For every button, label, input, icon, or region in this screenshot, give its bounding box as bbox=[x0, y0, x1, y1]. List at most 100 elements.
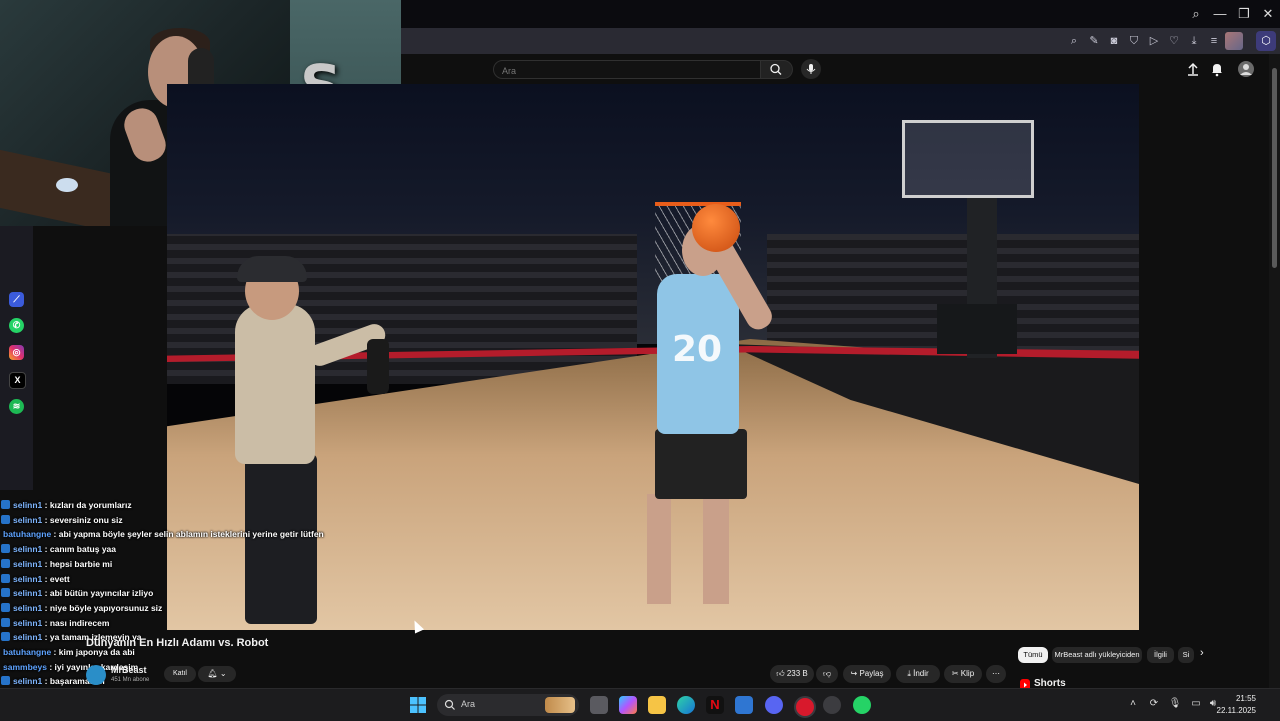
clock-time[interactable]: 21:55 bbox=[1236, 694, 1256, 703]
whatsapp-taskbar-icon[interactable] bbox=[853, 696, 871, 714]
browser-titlebar: ⌕ — ❐ ✕ bbox=[401, 0, 1280, 28]
chat-username[interactable]: selinn1 bbox=[13, 603, 42, 613]
download-icon: ⤓ bbox=[907, 669, 911, 678]
kick-icon[interactable]: ⟋ bbox=[9, 292, 24, 307]
chat-username[interactable]: selinn1 bbox=[13, 618, 42, 628]
chat-username[interactable]: batuhangne bbox=[3, 529, 51, 539]
channel-name[interactable]: MrBeast bbox=[111, 665, 147, 675]
subscriber-badge-icon bbox=[1, 573, 10, 583]
shield-icon[interactable]: ⛉ bbox=[1126, 33, 1142, 49]
restore-button[interactable]: ❐ bbox=[1234, 4, 1254, 24]
chat-message: selinn1 : nası indirecem bbox=[0, 616, 109, 630]
windows-start-icon[interactable] bbox=[410, 697, 426, 713]
microphone-tray-icon[interactable]: 🎙︎ bbox=[1168, 698, 1182, 709]
download-icon[interactable]: ⤓ bbox=[1186, 33, 1202, 49]
mail-icon[interactable] bbox=[735, 696, 753, 714]
x-icon[interactable]: X bbox=[9, 372, 26, 389]
basketball bbox=[692, 204, 740, 252]
share-button[interactable]: ↪ Paylaş bbox=[843, 665, 891, 683]
chat-username[interactable]: selinn1 bbox=[13, 588, 42, 598]
subscriber-badge-icon bbox=[1, 602, 10, 612]
chat-text: canım batuş yaa bbox=[49, 544, 116, 555]
more-actions-button[interactable]: ⋯ bbox=[986, 665, 1006, 683]
video-info-bar: Dünyanın En Hızlı Adamı vs. Robot MrBeas… bbox=[0, 630, 1269, 691]
scrollbar-thumb[interactable] bbox=[1272, 68, 1277, 268]
heart-icon[interactable]: ♡ bbox=[1166, 33, 1182, 49]
task-view-icon[interactable] bbox=[590, 696, 608, 714]
edit-icon[interactable]: ✎ bbox=[1086, 33, 1102, 49]
account-avatar-icon[interactable] bbox=[1237, 60, 1255, 78]
search-input[interactable] bbox=[494, 62, 742, 80]
steam-icon[interactable] bbox=[823, 696, 841, 714]
taskbar-search[interactable]: Ara bbox=[437, 694, 579, 716]
whatsapp-icon[interactable]: ✆ bbox=[9, 318, 24, 333]
chat-text: niye böyle yapıyorsunuz siz bbox=[49, 602, 163, 613]
chat-username[interactable]: selinn1 bbox=[13, 500, 42, 510]
notification-bell-button[interactable]: 🔔︎ ⌄ bbox=[198, 666, 236, 682]
host-body bbox=[235, 304, 315, 464]
sync-icon[interactable]: ⟳ bbox=[1147, 698, 1161, 709]
chat-text: abi yapma böyle şeyler selin ablamın ist… bbox=[58, 529, 324, 540]
chat-username[interactable]: selinn1 bbox=[13, 574, 42, 584]
share-icon: ↪ bbox=[850, 669, 858, 678]
display-icon[interactable]: ▭ bbox=[1189, 698, 1203, 709]
chevron-right-icon[interactable]: › bbox=[1200, 647, 1204, 659]
search-button[interactable] bbox=[761, 60, 793, 79]
chat-username[interactable]: selinn1 bbox=[13, 515, 42, 525]
cam-mouse bbox=[56, 178, 78, 192]
opera-icon[interactable] bbox=[794, 696, 816, 718]
hoop-base bbox=[937, 304, 1017, 354]
join-button[interactable]: Katıl bbox=[164, 666, 196, 682]
zoom-icon[interactable]: ⌕ bbox=[1066, 33, 1082, 49]
clip-button[interactable]: ✂ Klip bbox=[944, 665, 982, 683]
search-box[interactable] bbox=[493, 60, 761, 80]
subscriber-badge-icon bbox=[1, 588, 10, 598]
chip-all[interactable]: Tümü bbox=[1018, 647, 1048, 663]
dislike-button[interactable]: 👎︎ bbox=[816, 665, 838, 683]
upload-icon[interactable] bbox=[1184, 60, 1202, 78]
file-explorer-icon[interactable] bbox=[648, 696, 666, 714]
camera-icon[interactable]: ◙ bbox=[1106, 33, 1122, 49]
chat-message: selinn1 : kızları da yorumlarız bbox=[0, 498, 132, 512]
chat-message: batuhangne : abi yapma böyle şeyler seli… bbox=[3, 529, 324, 540]
robot-hand bbox=[367, 339, 389, 394]
clock-date[interactable]: 22.11.2025 bbox=[1217, 706, 1256, 715]
chat-message: selinn1 : seversiniz onu siz bbox=[0, 513, 123, 527]
chip-related[interactable]: İlgili bbox=[1147, 647, 1174, 663]
download-button[interactable]: ⤓ İndir bbox=[896, 665, 940, 683]
notifications-icon[interactable] bbox=[1208, 60, 1226, 78]
play-icon[interactable]: ▷ bbox=[1146, 33, 1162, 49]
browser-toolbar: ⌕ ✎ ◙ ⛉ ▷ ♡ ⤓ ≡ ⬡ bbox=[401, 28, 1280, 55]
discord-icon[interactable] bbox=[765, 696, 783, 714]
page-scrollbar[interactable] bbox=[1269, 54, 1280, 688]
spotify-icon[interactable]: ≋ bbox=[9, 399, 24, 414]
subscriber-badge-icon bbox=[1, 558, 10, 568]
search-icon[interactable]: ⌕ bbox=[1186, 4, 1206, 24]
chat-username[interactable]: selinn1 bbox=[13, 559, 42, 569]
chip-from-uploader[interactable]: MrBeast adlı yükleyiciden bbox=[1052, 647, 1142, 663]
scissors-icon: ✂ bbox=[951, 669, 959, 678]
tray-chevron-up-icon[interactable]: ˄ bbox=[1126, 698, 1140, 709]
netflix-icon[interactable]: N bbox=[706, 696, 724, 714]
basketball-backboard bbox=[902, 120, 1034, 198]
thumbs-down-icon: 👎︎ bbox=[822, 669, 832, 678]
search-icon bbox=[770, 63, 782, 75]
chip-partial[interactable]: Si bbox=[1178, 647, 1194, 663]
instagram-icon[interactable]: ◎ bbox=[9, 345, 24, 360]
voice-search-button[interactable] bbox=[801, 59, 821, 79]
profile-icon[interactable] bbox=[1225, 32, 1243, 50]
taskbar-search-text: Ara bbox=[461, 699, 476, 709]
chat-text: nası indirecem bbox=[49, 617, 110, 628]
bell-icon: 🔔︎ bbox=[207, 669, 218, 678]
menu-icon[interactable]: ≡ bbox=[1206, 33, 1222, 49]
close-button[interactable]: ✕ bbox=[1258, 4, 1278, 24]
edge-icon[interactable] bbox=[677, 696, 695, 714]
extension-icon[interactable]: ⬡ bbox=[1256, 31, 1276, 51]
copilot-icon[interactable] bbox=[619, 696, 637, 714]
channel-avatar[interactable] bbox=[86, 665, 106, 685]
minimize-button[interactable]: — bbox=[1210, 4, 1230, 24]
chat-username[interactable]: selinn1 bbox=[13, 544, 42, 554]
download-label: İndir bbox=[913, 669, 929, 678]
subscriber-badge-icon bbox=[1, 617, 10, 627]
like-button[interactable]: 👍︎ 233 B bbox=[770, 665, 814, 683]
